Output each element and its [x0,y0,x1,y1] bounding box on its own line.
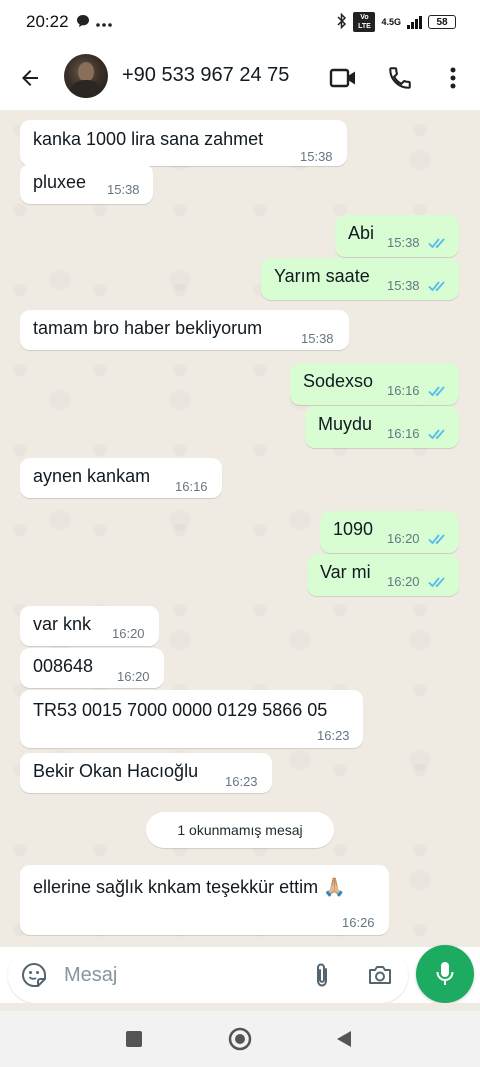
message-text: Yarım saate [274,266,370,286]
video-call-icon [329,68,355,88]
video-call-button[interactable] [327,62,359,94]
chat-notification-icon [76,14,90,33]
message-text: Muydu [318,414,373,434]
bluetooth-icon [337,12,347,32]
message-incoming[interactable]: tamam bro haber bekliyorum 15:38 [20,310,349,350]
message-time: 15:38 [301,331,334,346]
message-time: 16:20 [117,669,150,684]
unread-divider: 1 okunmamış mesaj [146,812,334,848]
message-text: Bekir Okan Hacıoğlu [33,761,199,781]
message-time: 16:16 [387,426,420,441]
message-time: 15:38 [387,235,420,250]
status-bar: 20:22 Vo LTE 4.5G 58 [0,0,480,48]
message-text: pluxee [33,172,87,192]
message-incoming[interactable]: kanka 1000 lira sana zahmet 15:38 [20,120,347,166]
message-text: 1090 [333,519,374,539]
paperclip-icon [317,963,327,987]
message-outgoing[interactable]: Muydu 16:16 [305,406,459,448]
message-incoming[interactable]: TR53 0015 7000 0000 0129 5866 05 16:23 [20,690,363,748]
message-time: 16:20 [387,531,420,546]
read-ticks-icon [428,386,445,397]
back-arrow-icon [22,70,38,86]
emoji-button[interactable] [20,961,48,989]
read-ticks-icon [428,534,445,545]
camera-icon [369,966,391,984]
voice-call-button[interactable] [384,62,416,94]
chat-header: +90 533 967 24 75 [0,48,480,110]
signal-icon [407,15,422,29]
message-text: Var mi [320,562,371,582]
sticker-smiley-icon [21,962,46,987]
recents-button[interactable] [122,1027,146,1051]
read-ticks-icon [428,577,445,588]
recents-square-icon [126,1031,142,1047]
home-circle-icon [228,1027,252,1051]
message-outgoing[interactable]: Var mi 16:20 [307,554,459,596]
back-nav-button[interactable] [332,1027,356,1051]
attach-button[interactable] [308,961,336,989]
message-composer[interactable]: Mesaj [8,947,408,1003]
message-text: tamam bro haber bekliyorum [33,318,263,338]
camera-button[interactable] [366,961,394,989]
message-text: kanka 1000 lira sana zahmet [33,129,264,149]
read-ticks-icon [428,238,445,249]
home-button[interactable] [228,1027,252,1051]
more-vert-icon [450,67,456,89]
chat-area[interactable]: kanka 1000 lira sana zahmet 15:38 pluxee… [0,110,480,947]
volte-badge: Vo LTE [353,12,376,32]
message-time: 16:23 [225,774,258,789]
message-input[interactable]: Mesaj [64,964,117,987]
message-incoming[interactable]: Bekir Okan Hacıoğlu 16:23 [20,753,272,793]
status-time: 20:22 [26,12,69,31]
message-time: 16:16 [387,383,420,398]
message-text: Abi [348,223,375,243]
message-text: ellerine sağlık knkam teşekkür ettim 🙏🏼 [33,877,346,897]
message-outgoing[interactable]: Abi 15:38 [335,215,459,257]
more-notifications-icon [96,15,112,33]
microphone-icon [436,962,454,985]
message-incoming[interactable]: var knk 16:20 [20,606,159,646]
menu-button[interactable] [437,62,469,94]
battery-icon: 58 [428,15,456,29]
message-time: 16:23 [317,728,350,743]
message-text: aynen kankam [33,466,151,486]
message-time: 16:20 [387,574,420,589]
message-outgoing[interactable]: Sodexso 16:16 [290,363,459,405]
phone-icon [389,67,411,89]
back-triangle-icon [337,1031,351,1047]
message-text: Sodexso [303,371,374,391]
read-ticks-icon [428,429,445,440]
voice-message-button[interactable] [416,945,474,1003]
message-time: 15:38 [107,182,140,197]
avatar[interactable] [64,54,108,98]
message-time: 16:20 [112,626,145,641]
read-ticks-icon [428,281,445,292]
message-time: 16:16 [175,479,208,494]
message-time: 15:38 [300,149,333,164]
message-time: 16:26 [342,915,375,930]
message-text: 008648 [33,656,94,676]
message-time: 15:38 [387,278,420,293]
back-button[interactable] [14,62,46,94]
message-outgoing[interactable]: 1090 16:20 [320,511,459,553]
contact-name[interactable]: +90 533 967 24 75 [122,64,289,87]
network-type: 4.5G [381,16,401,27]
message-incoming[interactable]: ellerine sağlık knkam teşekkür ettim 🙏🏼 … [20,865,389,935]
message-text: TR53 0015 7000 0000 0129 5866 05 [33,700,328,720]
message-outgoing[interactable]: Yarım saate 15:38 [261,258,459,300]
message-incoming[interactable]: aynen kankam 16:16 [20,458,222,498]
message-incoming[interactable]: 008648 16:20 [20,648,164,688]
system-navigation-bar [0,1011,480,1067]
message-incoming[interactable]: pluxee 15:38 [20,164,153,204]
message-text: var knk [33,614,92,634]
